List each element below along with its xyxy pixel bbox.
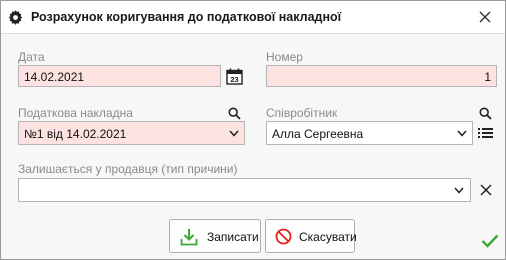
chevron-down-icon[interactable] [229, 130, 239, 137]
tax-invoice-value: №1 від 14.02.2021 [24, 127, 127, 141]
save-button[interactable]: Записати [169, 219, 261, 253]
tax-invoice-select[interactable]: №1 від 14.02.2021 [18, 121, 245, 145]
check-icon [481, 234, 499, 248]
svg-text:23: 23 [230, 75, 238, 84]
number-field[interactable]: 1 [266, 65, 497, 87]
tax-invoice-label: Податкова накладна [18, 106, 133, 120]
calendar-icon[interactable]: 23 [226, 68, 243, 85]
title-bar: Розрахунок коригування до податкової нак… [1, 1, 505, 34]
search-icon[interactable] [228, 107, 241, 120]
close-icon[interactable] [477, 9, 493, 25]
date-value: 14.02.2021 [24, 70, 85, 84]
cancel-label: Скасувати [299, 230, 357, 244]
seller-reason-select[interactable] [18, 178, 471, 202]
number-value: 1 [484, 70, 491, 84]
date-field[interactable]: 14.02.2021 [18, 65, 221, 87]
chevron-down-icon[interactable] [457, 130, 467, 137]
list-icon[interactable] [478, 127, 493, 139]
gear-icon [8, 10, 23, 25]
date-label: Дата [18, 50, 45, 64]
save-label: Записати [207, 230, 259, 244]
number-label: Номер [266, 50, 303, 64]
employee-value: Алла Сергеевна [272, 127, 364, 141]
clear-icon[interactable] [480, 184, 492, 196]
employee-label: Співробітник [266, 106, 338, 120]
search-icon[interactable] [479, 107, 492, 120]
window-title: Розрахунок коригування до податкової нак… [31, 10, 342, 24]
download-icon [180, 229, 198, 246]
cancel-icon [275, 228, 292, 245]
dialog-window: Розрахунок коригування до податкової нак… [0, 0, 506, 260]
seller-reason-label: Залишається у продавця (тип причини) [18, 162, 238, 176]
cancel-button[interactable]: Скасувати [265, 219, 357, 253]
chevron-down-icon[interactable] [454, 187, 464, 194]
employee-select[interactable]: Алла Сергеевна [266, 121, 473, 145]
